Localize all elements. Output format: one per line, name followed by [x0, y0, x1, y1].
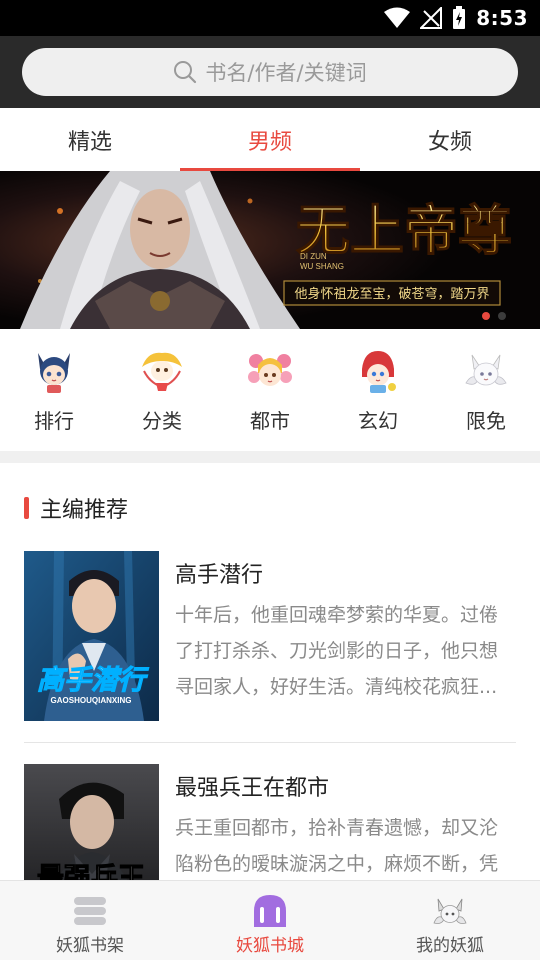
promo-banner[interactable]: 无上帝尊 DI ZUN WU SHANG 他身怀祖龙至宝，破苍穹，踏万界 — [0, 171, 540, 329]
wifi-icon — [384, 7, 411, 28]
battery-charging-icon — [453, 6, 466, 29]
bottom-nav-bookshelf[interactable]: 妖狐书架 — [0, 881, 180, 960]
nav-label-city: 都市 — [250, 409, 290, 433]
signal-off-icon — [420, 7, 443, 29]
bottom-nav-label: 妖狐书架 — [56, 936, 124, 956]
status-bar: 8:53 — [0, 0, 540, 36]
banner-pinyin-2: WU SHANG — [300, 262, 344, 271]
banner-dot-active[interactable] — [482, 312, 490, 320]
section-header: 主编推荐 — [24, 495, 129, 523]
nav-item-fantasy[interactable]: 玄幻 — [324, 329, 432, 451]
banner-slogan: 他身怀祖龙至宝，破苍穹，踏万界 — [294, 286, 489, 302]
book-cover-pinyin: GAOSHOUQIANXING — [51, 696, 132, 705]
status-time: 8:53 — [476, 6, 528, 30]
tab-female[interactable]: 女频 — [360, 108, 540, 171]
book-cover-title: 高手潜行 — [37, 665, 149, 696]
fox-mascot-city-icon — [248, 354, 292, 386]
tab-male[interactable]: 男频 — [180, 108, 360, 171]
bookshelf-icon — [74, 897, 106, 925]
fox-mascot-category-icon — [142, 352, 182, 391]
book-title[interactable]: 高手潜行 — [175, 557, 263, 589]
fox-mascot-fantasy-icon — [362, 351, 396, 393]
banner-artwork: 无上帝尊 DI ZUN WU SHANG 他身怀祖龙至宝，破苍穹，踏万界 — [0, 171, 540, 329]
editor-picks-section: 主编推荐 高手潜行 GAOSHOUQIANXING 高手潜行 十年后，他重回魂牵… — [0, 463, 540, 883]
nav-label-free: 限免 — [466, 409, 506, 433]
banner-pinyin-1: DI ZUN — [300, 252, 327, 261]
bottom-nav-label: 我的妖狐 — [416, 936, 484, 956]
bottom-nav: 妖狐书架 妖狐书城 我的妖狐 — [0, 880, 540, 960]
divider — [24, 742, 516, 743]
nav-label-fantasy: 玄幻 — [358, 409, 398, 433]
channel-tabs: 精选 男频 女频 — [0, 108, 540, 171]
book-description: 十年后，他重回魂牵梦萦的华夏。过倦了打打杀杀、刀光剑影的日子，他只想寻回家人，好… — [175, 604, 499, 698]
bottom-nav-bookstore[interactable]: 妖狐书城 — [180, 881, 360, 960]
book-cover-art: 最强兵王 — [24, 764, 159, 883]
search-input[interactable]: 书名/作者/关键词 — [22, 48, 518, 96]
section-title: 主编推荐 — [40, 498, 129, 523]
banner-pagination — [482, 312, 506, 320]
search-icon — [174, 61, 197, 84]
book-cover-art: 高手潜行 GAOSHOUQIANXING — [24, 551, 159, 721]
bottom-nav-profile[interactable]: 我的妖狐 — [360, 881, 540, 960]
nav-item-category[interactable]: 分类 — [108, 329, 216, 451]
nav-label-rank: 排行 — [34, 409, 74, 433]
nav-item-free[interactable]: 限免 — [432, 329, 540, 451]
search-header: 书名/作者/关键词 — [0, 36, 540, 108]
section-accent-bar — [24, 497, 29, 519]
fox-mascot-free-icon — [465, 354, 507, 386]
profile-fox-icon — [433, 898, 467, 924]
quick-nav: 排行 分类 都市 玄幻 限免 — [0, 329, 540, 451]
banner-dot[interactable] — [498, 312, 506, 320]
tab-featured[interactable]: 精选 — [0, 108, 180, 171]
fox-mascot-rank-icon — [38, 353, 70, 393]
book-item[interactable]: 高手潜行 GAOSHOUQIANXING 高手潜行 十年后，他重回魂牵梦萦的华夏… — [24, 551, 516, 721]
book-cover[interactable]: 最强兵王 — [24, 764, 159, 883]
book-cover[interactable]: 高手潜行 GAOSHOUQIANXING — [24, 551, 159, 721]
bookstore-icon — [254, 895, 286, 927]
book-description: 兵王重回都市，拾补青春遗憾，却又沦陷粉色的暧昧漩涡之中，麻烦不断，凭 — [175, 817, 499, 875]
book-title[interactable]: 最强兵王在都市 — [175, 770, 329, 802]
search-placeholder: 书名/作者/关键词 — [205, 61, 367, 85]
book-item[interactable]: 最强兵王 最强兵王在都市 兵王重回都市，拾补青春遗憾，却又沦陷粉色的暧昧漩涡之中… — [24, 764, 516, 883]
nav-item-rank[interactable]: 排行 — [0, 329, 108, 451]
banner-title: 无上帝尊 — [296, 198, 512, 262]
nav-label-category: 分类 — [142, 409, 182, 433]
nav-item-city[interactable]: 都市 — [216, 329, 324, 451]
bottom-nav-label: 妖狐书城 — [236, 936, 304, 956]
